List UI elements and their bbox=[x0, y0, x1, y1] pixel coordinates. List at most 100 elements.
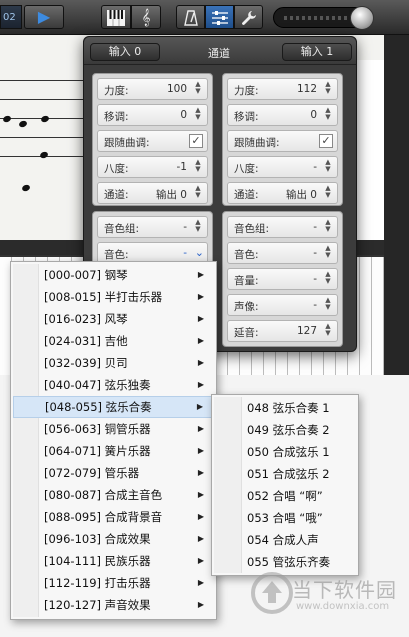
submenu-arrow-icon: ▶ bbox=[197, 468, 204, 477]
menu-item-string-ensemble[interactable]: [048-055] 弦乐合奏 ▶ bbox=[13, 396, 214, 418]
menu-item-ethnic[interactable]: [104-111] 民族乐器 ▶ bbox=[13, 550, 214, 572]
chevron-down-icon[interactable]: ⌄ bbox=[195, 246, 204, 259]
keyboard-view-button[interactable] bbox=[101, 5, 131, 29]
velocity-row[interactable]: 力度: 100 ▲ ▼ bbox=[97, 78, 208, 100]
top-toolbar: 02 ▶ 𝄞 bbox=[0, 0, 409, 35]
octave-row[interactable]: 八度: - ▲ ▼ bbox=[227, 156, 338, 178]
menu-item-synth-lead[interactable]: [080-087] 合成主音色 ▶ bbox=[13, 484, 214, 506]
submenu-item[interactable]: 051 合成弦乐 2 bbox=[214, 463, 356, 485]
velocity-value: 112 bbox=[296, 83, 317, 95]
menu-item-piano[interactable]: [000-007] 钢琴 ▶ bbox=[13, 264, 214, 286]
menu-item-synth-pad[interactable]: [088-095] 合成背景音 ▶ bbox=[13, 506, 214, 528]
submenu-arrow-icon: ▶ bbox=[197, 556, 204, 565]
submenu-arrow-icon: ▶ bbox=[197, 336, 204, 345]
stepper-icon[interactable]: ▲ ▼ bbox=[193, 219, 203, 235]
wrench-icon bbox=[241, 11, 256, 25]
menu-item-percussive[interactable]: [112-119] 打击乐器 ▶ bbox=[13, 572, 214, 594]
menu-item-label: [040-047] 弦乐独奏 bbox=[44, 378, 151, 392]
sound-label: 音色: bbox=[234, 249, 259, 261]
mixer-title: 通道 bbox=[208, 47, 230, 60]
volume-knob[interactable] bbox=[350, 6, 374, 30]
sound-bank-row[interactable]: 音色组: - ▲ ▼ bbox=[227, 216, 338, 238]
mixer-button[interactable] bbox=[205, 5, 234, 29]
volume-slider[interactable] bbox=[273, 6, 374, 30]
sound-value: - bbox=[313, 247, 317, 259]
stepper-icon[interactable]: ▲ ▼ bbox=[323, 107, 333, 123]
stepper-icon[interactable]: ▲ ▼ bbox=[323, 323, 333, 339]
transpose-row[interactable]: 移调: 0 ▲ ▼ bbox=[227, 104, 338, 126]
watermark: 当下软件园 www.downxia.com bbox=[250, 571, 409, 631]
submenu-arrow-icon: ▶ bbox=[197, 270, 204, 279]
sound-bank-value: - bbox=[183, 221, 187, 233]
sound-row[interactable]: 音色: - ▲ ▼ bbox=[227, 242, 338, 264]
velocity-row[interactable]: 力度: 112 ▲ ▼ bbox=[227, 78, 338, 100]
stepper-icon[interactable]: ▲ ▼ bbox=[323, 245, 333, 261]
watermark-url: www.downxia.com bbox=[296, 601, 390, 612]
pan-row[interactable]: 声像: - ▲ ▼ bbox=[227, 294, 338, 316]
follow-key-checkbox[interactable]: ✓ bbox=[189, 134, 203, 148]
input-1-settings: 力度: 112 ▲ ▼ 移调: 0 ▲ ▼ 跟随曲调: ✓ 八度: - ▲ ▼ 通道:… bbox=[222, 73, 343, 206]
settings-button[interactable] bbox=[234, 5, 263, 29]
menu-item-strings-solo[interactable]: [040-047] 弦乐独奏 ▶ bbox=[13, 374, 214, 396]
menu-item-label: [112-119] 打击乐器 bbox=[44, 576, 151, 590]
stepper-icon[interactable]: ▲ ▼ bbox=[323, 81, 333, 97]
follow-key-label: 跟随曲调: bbox=[104, 137, 150, 149]
menu-item-sound-effects[interactable]: [120-127] 声音效果 ▶ bbox=[13, 594, 214, 616]
menu-item-bass[interactable]: [032-039] 贝司 ▶ bbox=[13, 352, 214, 374]
sound-bank-value: - bbox=[313, 221, 317, 233]
metronome-button[interactable] bbox=[176, 5, 205, 29]
stepper-icon[interactable]: ▲ ▼ bbox=[323, 185, 333, 201]
stepper-icon[interactable]: ▲ ▼ bbox=[193, 81, 203, 97]
follow-key-row[interactable]: 跟随曲调: ✓ bbox=[97, 130, 208, 152]
channel-row[interactable]: 通道: 输出 0 ▲ ▼ bbox=[97, 182, 208, 204]
velocity-value: 100 bbox=[166, 83, 187, 95]
channel-value: 输出 0 bbox=[285, 189, 317, 201]
menu-item-reed[interactable]: [064-071] 簧片乐器 ▶ bbox=[13, 440, 214, 462]
stepper-icon[interactable]: ▲ ▼ bbox=[193, 107, 203, 123]
sound-bank-label: 音色组: bbox=[234, 223, 270, 235]
menu-item-chromatic-percussion[interactable]: [008-015] 半打击乐器 ▶ bbox=[13, 286, 214, 308]
menu-item-label: [104-111] 民族乐器 bbox=[44, 554, 151, 568]
follow-key-checkbox[interactable]: ✓ bbox=[319, 134, 333, 148]
stepper-icon[interactable]: ▲ ▼ bbox=[323, 219, 333, 235]
submenu-item[interactable]: 055 管弦乐齐奏 bbox=[214, 551, 356, 573]
menu-item-label: [008-015] 半打击乐器 bbox=[44, 290, 163, 304]
pan-value: - bbox=[313, 299, 317, 311]
submenu-item[interactable]: 049 弦乐合奏 2 bbox=[214, 419, 356, 441]
submenu-arrow-icon: ▶ bbox=[197, 314, 204, 323]
play-button[interactable]: ▶ bbox=[24, 5, 64, 29]
watermark-title: 当下软件园 bbox=[292, 578, 397, 602]
input-1-tab[interactable]: 输入 1 bbox=[282, 43, 352, 61]
follow-key-row[interactable]: 跟随曲调: ✓ bbox=[227, 130, 338, 152]
menu-item-brass[interactable]: [056-063] 铜管乐器 ▶ bbox=[13, 418, 214, 440]
submenu-item[interactable]: 052 合唱 “啊” bbox=[214, 485, 356, 507]
stepper-icon[interactable]: ▲ ▼ bbox=[193, 185, 203, 201]
menu-item-guitar[interactable]: [024-031] 吉他 ▶ bbox=[13, 330, 214, 352]
menu-item-synth-effects[interactable]: [096-103] 合成效果 ▶ bbox=[13, 528, 214, 550]
submenu-item[interactable]: 054 合成人声 bbox=[214, 529, 356, 551]
sustain-row[interactable]: 延音: 127 ▲ ▼ bbox=[227, 320, 338, 342]
menu-item-label: [096-103] 合成效果 bbox=[44, 532, 151, 546]
volume-row[interactable]: 音量: - ▲ ▼ bbox=[227, 268, 338, 290]
submenu-arrow-icon: ▶ bbox=[197, 292, 204, 301]
transpose-row[interactable]: 移调: 0 ▲ ▼ bbox=[97, 104, 208, 126]
input-0-tab[interactable]: 输入 0 bbox=[90, 43, 160, 61]
channel-row[interactable]: 通道: 输出 0 ▲ ▼ bbox=[227, 182, 338, 204]
submenu-item[interactable]: 048 弦乐合奏 1 bbox=[214, 397, 356, 419]
note-head bbox=[18, 119, 28, 129]
octave-row[interactable]: 八度: -1 ▲ ▼ bbox=[97, 156, 208, 178]
watermark-logo-icon bbox=[251, 572, 293, 614]
submenu-item[interactable]: 053 合唱 “哦” bbox=[214, 507, 356, 529]
stepper-icon[interactable]: ▲ ▼ bbox=[323, 271, 333, 287]
channel-label: 通道: bbox=[104, 189, 129, 201]
stepper-icon[interactable]: ▲ ▼ bbox=[323, 297, 333, 313]
sound-bank-row[interactable]: 音色组: - ▲ ▼ bbox=[97, 216, 208, 238]
stepper-icon[interactable]: ▲ ▼ bbox=[323, 159, 333, 175]
menu-item-organ[interactable]: [016-023] 风琴 ▶ bbox=[13, 308, 214, 330]
pan-label: 声像: bbox=[234, 301, 259, 313]
score-view-button[interactable]: 𝄞 bbox=[131, 5, 161, 29]
menu-item-pipe[interactable]: [072-079] 管乐器 ▶ bbox=[13, 462, 214, 484]
menu-item-label: [016-023] 风琴 bbox=[44, 312, 128, 326]
stepper-icon[interactable]: ▲ ▼ bbox=[193, 159, 203, 175]
submenu-item[interactable]: 050 合成弦乐 1 bbox=[214, 441, 356, 463]
